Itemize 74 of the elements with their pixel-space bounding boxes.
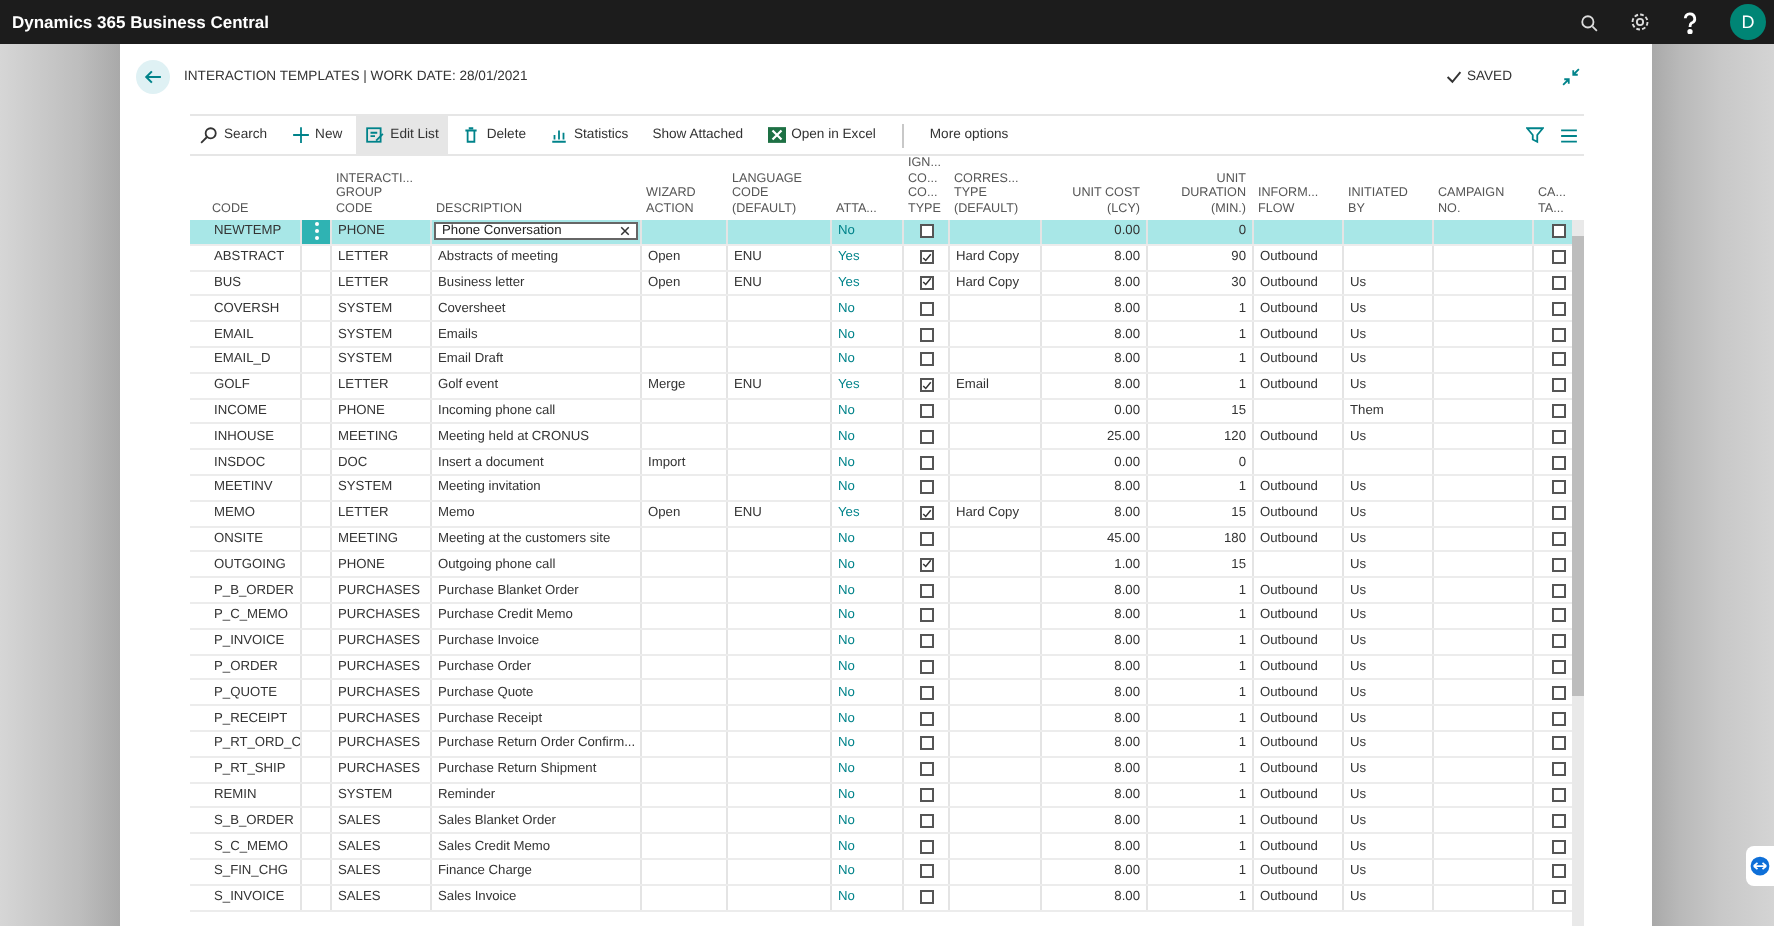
checkbox[interactable] [919, 403, 933, 418]
checkbox[interactable] [1552, 352, 1566, 367]
checkbox[interactable] [919, 685, 933, 700]
app-title: Dynamics 365 Business Central [12, 12, 270, 32]
checkbox[interactable] [1552, 634, 1566, 649]
checkbox[interactable] [919, 301, 933, 316]
checkbox[interactable] [919, 813, 933, 828]
checkbox[interactable] [919, 224, 933, 239]
checkbox[interactable] [919, 608, 933, 623]
checkbox[interactable] [1552, 839, 1566, 854]
checkbox[interactable] [1552, 890, 1566, 905]
checkbox[interactable] [1552, 480, 1566, 495]
checkbox[interactable] [919, 250, 933, 265]
collapse-icon[interactable] [1562, 68, 1580, 86]
checkbox[interactable] [919, 480, 933, 495]
checkbox[interactable] [919, 429, 933, 444]
help-icon[interactable] [1682, 11, 1698, 33]
checkbox[interactable] [1552, 250, 1566, 265]
checkbox[interactable] [1552, 531, 1566, 546]
settings-icon[interactable] [1630, 12, 1650, 32]
edit-list-icon [366, 126, 385, 144]
checkbox[interactable] [919, 787, 933, 802]
checkbox[interactable] [1552, 403, 1566, 418]
checkbox[interactable] [919, 839, 933, 854]
checkbox[interactable] [1552, 864, 1566, 879]
excel-icon [767, 126, 786, 144]
checkbox[interactable] [919, 378, 933, 393]
checkbox[interactable] [919, 659, 933, 674]
checkbox[interactable] [919, 455, 933, 470]
checkbox[interactable] [1552, 275, 1566, 290]
checkbox[interactable] [1552, 659, 1566, 674]
plus-icon [291, 126, 310, 144]
checkbox[interactable] [1552, 557, 1566, 572]
clear-icon[interactable] [620, 226, 630, 237]
checkbox[interactable] [919, 352, 933, 367]
back-button[interactable] [136, 60, 170, 94]
checkbox[interactable] [919, 557, 933, 572]
checkbox[interactable] [1552, 813, 1566, 828]
checkbox[interactable] [1552, 327, 1566, 342]
checkbox[interactable] [919, 275, 933, 290]
row-menu-icon[interactable] [313, 222, 319, 241]
search-icon [200, 126, 218, 144]
search-icon[interactable] [1580, 13, 1598, 31]
checkbox[interactable] [919, 634, 933, 649]
checkbox[interactable] [1552, 711, 1566, 726]
checkbox[interactable] [1552, 455, 1566, 470]
chart-icon [550, 126, 568, 144]
checkbox[interactable] [1552, 787, 1566, 802]
checkbox[interactable] [1552, 378, 1566, 393]
checkbox[interactable] [1552, 685, 1566, 700]
checkbox[interactable] [1552, 301, 1566, 316]
back-arrow-icon [144, 68, 162, 86]
checkbox[interactable] [919, 762, 933, 777]
checkbox[interactable] [919, 531, 933, 546]
checkbox[interactable] [919, 506, 933, 521]
checkbox[interactable] [1552, 583, 1566, 598]
checkbox[interactable] [919, 327, 933, 342]
filter-icon[interactable] [1520, 126, 1550, 144]
checkbox[interactable] [1552, 608, 1566, 623]
scrollbar-thumb[interactable] [1572, 236, 1584, 696]
checkbox[interactable] [1552, 762, 1566, 777]
checkbox[interactable] [1552, 736, 1566, 751]
checkmark-icon [1446, 70, 1463, 84]
checkbox[interactable] [1552, 506, 1566, 521]
checkbox[interactable] [1552, 429, 1566, 444]
checkbox[interactable] [919, 583, 933, 598]
user-avatar[interactable]: D [1730, 4, 1766, 40]
remote-support-icon[interactable] [1746, 846, 1774, 886]
checkbox[interactable] [919, 890, 933, 905]
checkbox[interactable] [919, 736, 933, 751]
checkbox[interactable] [919, 711, 933, 726]
trash-icon [462, 126, 481, 144]
checkbox[interactable] [1552, 224, 1566, 239]
checkbox[interactable] [919, 864, 933, 879]
